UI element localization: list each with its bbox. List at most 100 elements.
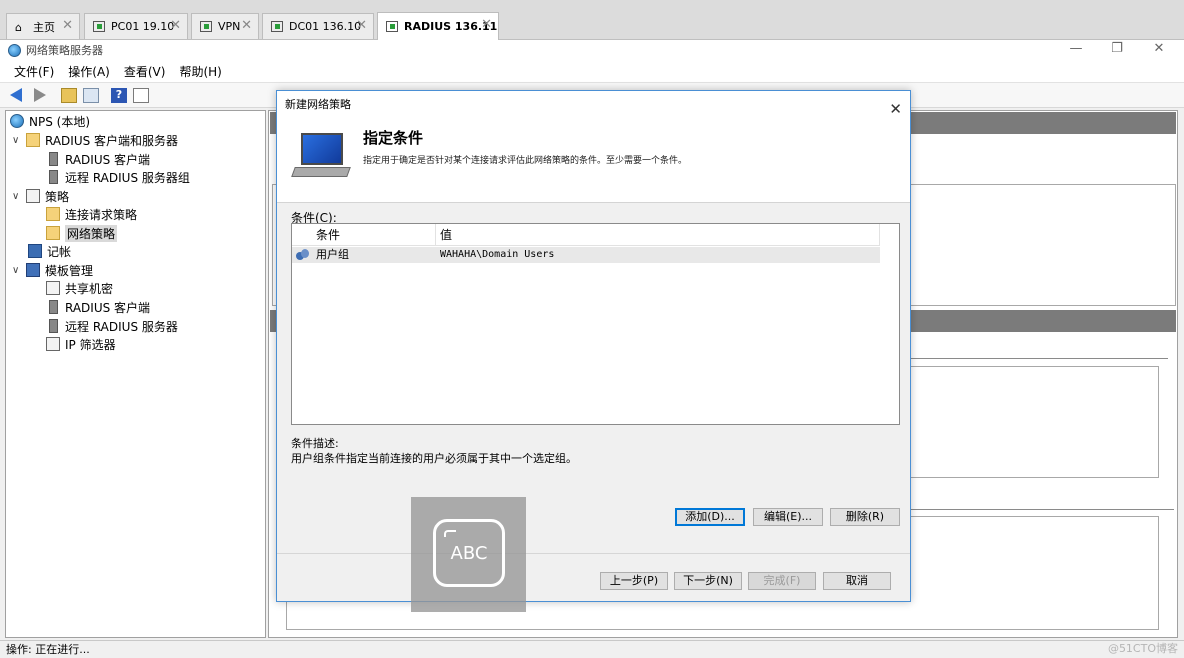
divider <box>910 509 1174 510</box>
tree-item-network-policies[interactable]: 网络策略 <box>46 224 118 242</box>
row-condition: 用户组 <box>316 248 349 261</box>
status-text: 操作: 正在进行... <box>6 643 90 656</box>
tree-item-nps[interactable]: NPS (本地) <box>10 112 90 130</box>
conditions-list[interactable]: 条件 值 用户组 WAHAHA\Domain Users <box>291 223 900 425</box>
tab-pc01[interactable]: PC01 19.10 ✕ <box>84 13 188 39</box>
description-text: 用户组条件指定当前连接的用户必须属于其中一个选定组。 <box>291 452 577 465</box>
input-method-overlay: ABC <box>411 497 526 612</box>
edit-button[interactable]: 编辑(E)... <box>753 508 823 526</box>
table-row[interactable]: 用户组 WAHAHA\Domain Users <box>292 247 880 263</box>
tree-item-policies[interactable]: ∨ 策略 <box>12 187 69 205</box>
cancel-button[interactable]: 取消 <box>823 572 891 590</box>
dialog-title: 新建网络策略 <box>285 98 351 111</box>
new-network-policy-dialog: 新建网络策略 ✕ 指定条件 指定用于确定是否针对某个连接请求评估此网络策略的条件… <box>276 90 911 602</box>
back-arrow-icon[interactable] <box>10 88 22 102</box>
minimize-icon[interactable]: — <box>1066 41 1086 57</box>
tree-item-connection-request-policies[interactable]: 连接请求策略 <box>46 205 137 223</box>
restore-icon[interactable]: ❐ <box>1107 41 1127 57</box>
menu-help[interactable]: 帮助(H) <box>179 63 221 80</box>
dialog-subheading: 指定用于确定是否针对某个连接请求评估此网络策略的条件。至少需要一个条件。 <box>363 156 688 166</box>
tab-dc01[interactable]: DC01 136.10 ✕ <box>262 13 374 39</box>
help-icon[interactable]: ? <box>111 88 127 103</box>
window-title: 网络策略服务器 <box>26 44 103 57</box>
tree-label: 共享机密 <box>65 281 114 296</box>
keyboard-abc-icon: ABC <box>433 519 505 587</box>
tree-item-ip-filters[interactable]: IP 筛选器 <box>46 335 116 353</box>
next-button[interactable]: 下一步(N) <box>674 572 742 590</box>
tree-label: RADIUS 客户端和服务器 <box>45 133 179 148</box>
tree-label: 策略 <box>45 189 70 204</box>
monitor-icon <box>291 133 351 181</box>
tree-item-radius-clients[interactable]: RADIUS 客户端 <box>46 150 150 168</box>
close-icon[interactable]: ✕ <box>241 18 252 33</box>
tab-label: 主页 <box>33 20 55 34</box>
vm-icon <box>386 21 398 32</box>
tab-label: PC01 19.10 <box>111 20 175 33</box>
close-icon[interactable]: ✕ <box>170 18 181 33</box>
folder-icon <box>26 133 40 147</box>
remove-button[interactable]: 删除(R) <box>830 508 900 526</box>
vm-icon <box>271 21 283 32</box>
tree-item-template-remote-radius-servers[interactable]: 远程 RADIUS 服务器 <box>46 317 178 335</box>
close-icon[interactable]: ✕ <box>62 18 73 33</box>
server-icon <box>49 300 58 314</box>
tree-item-remote-radius-groups[interactable]: 远程 RADIUS 服务器组 <box>46 168 190 186</box>
window-titlebar: 网络策略服务器 <box>0 40 1184 60</box>
tree-label: 连接请求策略 <box>65 207 138 222</box>
tree-label: RADIUS 客户端 <box>65 300 151 315</box>
chevron-down-icon[interactable]: ∨ <box>12 265 24 276</box>
tree-item-template-radius-clients[interactable]: RADIUS 客户端 <box>46 298 150 316</box>
menubar: 文件(F) 操作(A) 查看(V) 帮助(H) <box>0 60 1184 82</box>
server-icon <box>49 152 58 166</box>
close-icon[interactable]: ✕ <box>356 18 367 33</box>
console-tree: NPS (本地) ∨ RADIUS 客户端和服务器 RADIUS 客户端 远程 … <box>5 110 266 638</box>
tree-item-shared-secrets[interactable]: 共享机密 <box>46 279 113 297</box>
mgmt-icon <box>26 263 40 277</box>
tree-label: 远程 RADIUS 服务器组 <box>65 170 190 185</box>
condition-description: 条件描述: 用户组条件指定当前连接的用户必须属于其中一个选定组。 <box>291 436 577 466</box>
chevron-down-icon[interactable]: ∨ <box>12 191 24 202</box>
tree-label: IP 筛选器 <box>65 337 116 352</box>
column-value[interactable]: 值 <box>436 224 880 246</box>
up-folder-icon[interactable] <box>61 88 77 103</box>
divider <box>910 358 1168 359</box>
tab-home[interactable]: ⌂ 主页 ✕ <box>6 13 80 39</box>
dialog-separator <box>277 553 910 554</box>
nps-globe-icon <box>8 43 21 57</box>
status-bar: 操作: 正在进行... <box>0 640 1184 658</box>
tree-item-radius-clients-servers[interactable]: ∨ RADIUS 客户端和服务器 <box>12 131 178 149</box>
menu-view[interactable]: 查看(V) <box>124 63 166 80</box>
finish-button[interactable]: 完成(F) <box>748 572 816 590</box>
close-window-icon[interactable]: ✕ <box>1149 41 1169 57</box>
tab-label: VPN <box>218 20 241 33</box>
add-button[interactable]: 添加(D)... <box>675 508 745 526</box>
server-icon <box>49 319 58 333</box>
forward-arrow-icon[interactable] <box>34 88 46 102</box>
log-icon <box>28 244 42 258</box>
menu-action[interactable]: 操作(A) <box>68 63 110 80</box>
show-tree-icon[interactable] <box>83 88 99 103</box>
column-condition[interactable]: 条件 <box>312 224 436 246</box>
tree-item-accounting[interactable]: 记帐 <box>28 242 71 260</box>
folder-icon <box>46 207 60 221</box>
tree-label: 模板管理 <box>45 263 94 278</box>
tab-strip: ⌂ 主页 ✕ PC01 19.10 ✕ VPN ✕ DC01 136.10 ✕ … <box>0 0 1184 40</box>
tab-vpn[interactable]: VPN ✕ <box>191 13 259 39</box>
dialog-titlebar: 新建网络策略 ✕ <box>277 91 910 119</box>
properties-icon[interactable] <box>133 88 149 103</box>
folder-icon <box>46 226 60 240</box>
tree-label: NPS (本地) <box>29 114 91 129</box>
watermark: @51CTO博客 <box>1107 642 1178 655</box>
server-icon <box>49 170 58 184</box>
previous-button[interactable]: 上一步(P) <box>600 572 668 590</box>
tab-label: DC01 136.10 <box>289 20 362 33</box>
chevron-down-icon[interactable]: ∨ <box>12 135 24 146</box>
menu-file[interactable]: 文件(F) <box>14 63 54 80</box>
doc-icon <box>46 281 60 295</box>
user-group-icon <box>296 249 310 261</box>
globe-icon <box>10 114 24 128</box>
close-icon[interactable]: ✕ <box>481 17 492 32</box>
tree-item-template-management[interactable]: ∨ 模板管理 <box>12 261 93 279</box>
tab-radius[interactable]: RADIUS 136.11 ✕ <box>377 12 499 40</box>
dialog-heading: 指定条件 <box>363 129 424 147</box>
